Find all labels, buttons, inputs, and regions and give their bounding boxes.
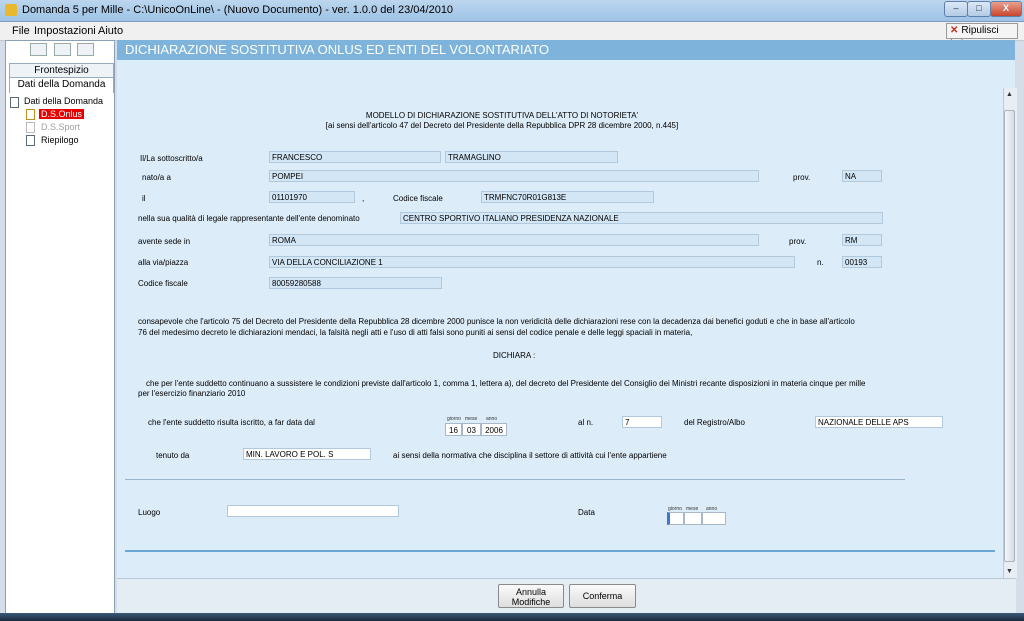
comma-text: , — [362, 194, 365, 203]
iscrizione-mese-field[interactable]: 03 — [462, 423, 481, 436]
iscrizione-anno-field[interactable]: 2006 — [481, 423, 507, 436]
title-bar: Domanda 5 per Mille - C:\UnicoOnLine\ - … — [0, 0, 1024, 22]
menu-aiuto[interactable]: Aiuto — [98, 25, 123, 37]
tenuto-da-field[interactable]: MIN. LAVORO E POL. S — [243, 448, 371, 460]
scroll-down-icon[interactable]: ▼ — [1003, 566, 1016, 577]
cognome-field[interactable]: TRAMAGLINO — [445, 151, 618, 163]
label-sede: avente sede in — [138, 237, 191, 246]
data-mese-field[interactable] — [684, 512, 702, 525]
header-band — [117, 60, 1015, 89]
minimize-button[interactable]: – — [944, 1, 968, 17]
clear-icon: ✕ — [950, 25, 959, 36]
date-header-giorno: giorno — [447, 416, 461, 422]
condizioni-text-2: per l'esercizio finanziario 2010 — [138, 389, 246, 398]
label-al-n: al n. — [578, 418, 594, 427]
data-giorno-field[interactable] — [667, 512, 684, 525]
data-anno-field[interactable] — [702, 512, 726, 525]
codice-fiscale-field[interactable]: TRMFNC70R01G813E — [481, 191, 654, 203]
ente-field[interactable]: CENTRO SPORTIVO ITALIANO PRESIDENZA NAZI… — [400, 212, 883, 224]
menu-file[interactable]: File — [12, 25, 30, 37]
label-luogo: Luogo — [138, 508, 161, 517]
nav-up-icon[interactable] — [54, 43, 71, 56]
date-header-anno: anno — [486, 416, 498, 422]
tree-item-root[interactable]: Dati della Domanda — [24, 96, 103, 106]
sede-field[interactable]: ROMA — [269, 234, 759, 246]
data-nascita-field[interactable]: 01101970 — [269, 191, 355, 203]
cap-field[interactable]: 00193 — [842, 256, 882, 268]
annulla-modifiche-button[interactable]: Annulla Modifiche — [498, 584, 564, 608]
tree-item-riepilogo[interactable]: Riepilogo — [41, 135, 79, 145]
document-icon — [26, 122, 35, 133]
separator-line — [125, 479, 905, 480]
form-heading-2: [ai sensi dell'articolo 47 del Decreto d… — [325, 121, 679, 130]
iscrizione-giorno-field[interactable]: 16 — [445, 423, 462, 436]
nome-field[interactable]: FRANCESCO — [269, 151, 441, 163]
bottom-separator-line — [125, 550, 995, 552]
label-prov-sede: prov. — [789, 237, 807, 246]
scrollbar-thumb[interactable] — [1004, 110, 1015, 562]
ripulisci-button[interactable]: ✕Ripulisci dati — [946, 23, 1018, 50]
label-prov: prov. — [793, 173, 811, 182]
label-sottoscritto: Il/La sottoscritto/a — [140, 154, 203, 163]
folder-icon — [10, 97, 19, 108]
scroll-up-icon[interactable]: ▲ — [1003, 89, 1016, 100]
tab-frontespizio[interactable]: Frontespizio — [9, 63, 114, 77]
date-header-mese: mese — [465, 416, 478, 422]
document-icon — [26, 135, 35, 146]
app-icon — [5, 4, 17, 16]
consapevole-text-2: 76 del medesimo decreto le dichiarazioni… — [138, 328, 693, 337]
tree-item-onlus[interactable]: D.S.Onlus — [39, 109, 85, 119]
menu-impostazioni[interactable]: Impostazioni — [34, 25, 96, 37]
form-area: MODELLO DI DICHIARAZIONE SOSTITUTIVA DEL… — [117, 88, 1003, 578]
conferma-button[interactable]: Conferma — [569, 584, 636, 608]
annulla-label-line2: Modifiche — [511, 597, 551, 607]
condizioni-text-1: che per l'ente suddetto continuano a sus… — [146, 379, 866, 388]
nav-back-icon[interactable] — [30, 43, 47, 56]
label-qualita: nella sua qualità di legale rappresentan… — [138, 214, 360, 223]
label-n: n. — [817, 258, 824, 267]
cf-ente-field[interactable]: 80059280588 — [269, 277, 442, 289]
edit-document-icon — [26, 109, 35, 120]
luogo-nascita-field[interactable]: POMPEI — [269, 170, 759, 182]
prov-nascita-field[interactable]: NA — [842, 170, 882, 182]
annulla-label-line1: Annulla — [515, 587, 547, 597]
label-iscritto: che l'ente suddetto risulta iscritto, a … — [148, 418, 315, 427]
label-data: Data — [578, 508, 595, 517]
nav-forward-icon[interactable] — [77, 43, 94, 56]
label-cf: Codice fiscale — [393, 194, 443, 203]
menu-bar: File Impostazioni Aiuto — [0, 22, 1024, 41]
page-title: DICHIARAZIONE SOSTITUTIVA ONLUS ED ENTI … — [117, 40, 1015, 60]
tree-item-sport[interactable]: D.S.Sport — [41, 122, 80, 132]
numero-registro-field[interactable]: 7 — [622, 416, 662, 428]
label-nato: nato/a a — [142, 173, 171, 182]
maximize-button[interactable]: □ — [967, 1, 991, 17]
registro-field[interactable]: NAZIONALE DELLE APS — [815, 416, 943, 428]
label-registro: del Registro/Albo — [684, 418, 745, 427]
dichiara-heading: DICHIARA : — [493, 351, 536, 360]
label-via: alla via/piazza — [138, 258, 189, 267]
label-il: il — [142, 194, 146, 203]
tab-dati-domanda[interactable]: Dati della Domanda — [9, 77, 114, 93]
via-field[interactable]: VIA DELLA CONCILIAZIONE 1 — [269, 256, 795, 268]
close-button[interactable]: X — [990, 1, 1022, 17]
luogo-field[interactable] — [227, 505, 399, 517]
label-normativa: ai sensi della normativa che disciplina … — [393, 451, 667, 460]
window-title: Domanda 5 per Mille - C:\UnicoOnLine\ - … — [22, 4, 454, 16]
label-tenuto: tenuto da — [156, 451, 190, 460]
prov-sede-field[interactable]: RM — [842, 234, 882, 246]
taskbar — [0, 613, 1024, 621]
label-cf-ente: Codice fiscale — [138, 279, 188, 288]
footer-bar: Annulla Modifiche Conferma — [117, 578, 1016, 614]
